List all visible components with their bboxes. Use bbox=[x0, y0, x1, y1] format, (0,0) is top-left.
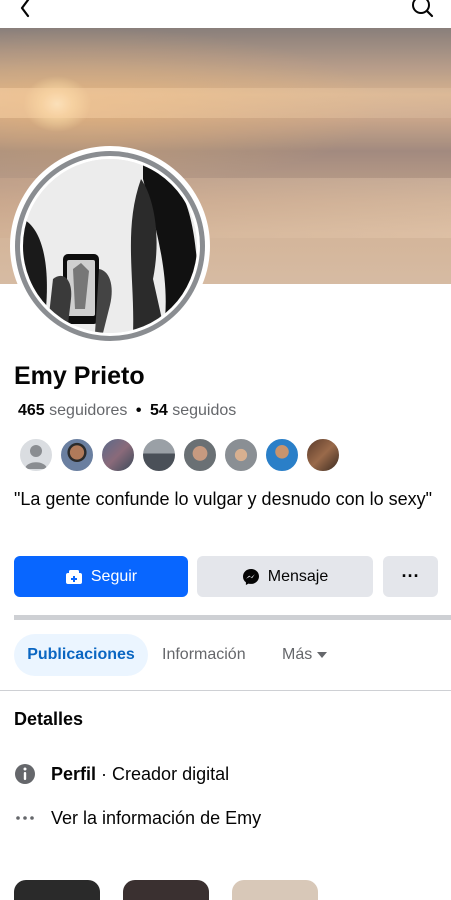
follower-stats[interactable]: 465 seguidores • 54 seguidos bbox=[18, 402, 236, 420]
messenger-icon bbox=[242, 568, 259, 585]
profile-name: Emy Prieto bbox=[14, 362, 145, 390]
photo-thumbnail[interactable] bbox=[123, 880, 209, 900]
follower-avatar[interactable] bbox=[18, 437, 54, 473]
follower-avatar[interactable] bbox=[182, 437, 218, 473]
profile-label: Perfil bbox=[51, 763, 97, 784]
follow-button[interactable]: Seguir bbox=[14, 556, 188, 597]
chevron-left-icon[interactable] bbox=[14, 0, 38, 20]
section-divider bbox=[14, 615, 451, 620]
tab-mas[interactable]: Más bbox=[282, 634, 328, 676]
see-info-row[interactable]: Ver la información de Emy bbox=[14, 806, 261, 830]
caret-down-icon bbox=[317, 652, 328, 658]
see-info-label: Ver la información de Emy bbox=[51, 807, 262, 828]
search-icon[interactable] bbox=[411, 0, 435, 20]
follow-label: Seguir bbox=[90, 567, 138, 585]
photo-thumbnail[interactable] bbox=[232, 880, 318, 900]
more-dots-icon: ··· bbox=[401, 566, 420, 586]
following-count: 54 bbox=[149, 402, 168, 419]
followers-label: seguidores bbox=[49, 402, 128, 419]
tab-publicaciones[interactable]: Publicaciones bbox=[14, 634, 148, 676]
followers-count: 465 bbox=[18, 402, 45, 419]
follower-avatar[interactable] bbox=[59, 437, 95, 473]
follower-avatar[interactable] bbox=[141, 437, 177, 473]
profile-category: Creador digital bbox=[112, 763, 230, 784]
more-options-button[interactable]: ··· bbox=[383, 556, 438, 597]
info-icon bbox=[15, 764, 35, 784]
add-user-icon bbox=[65, 569, 82, 584]
tab-informacion[interactable]: Información bbox=[162, 634, 246, 676]
profile-bio: "La gente confunde lo vulgar y desnudo c… bbox=[14, 489, 433, 509]
default-user-icon bbox=[25, 445, 47, 469]
top-bar bbox=[0, 0, 451, 28]
follower-avatar[interactable] bbox=[100, 437, 136, 473]
details-title: Detalles bbox=[14, 709, 84, 729]
profile-avatar[interactable] bbox=[23, 159, 197, 333]
photo-thumbnail[interactable] bbox=[14, 880, 100, 900]
profile-category-row: Perfil · Creador digital bbox=[14, 762, 229, 786]
tab-mas-label: Más bbox=[282, 646, 313, 663]
message-button[interactable]: Mensaje bbox=[197, 556, 373, 597]
follower-avatar[interactable] bbox=[264, 437, 300, 473]
message-label: Mensaje bbox=[267, 567, 329, 585]
profile-separator: · bbox=[96, 763, 113, 784]
follower-avatar[interactable] bbox=[223, 437, 259, 473]
more-dots-icon bbox=[16, 816, 34, 820]
avatar-photo-icon bbox=[23, 159, 197, 333]
tabs-divider bbox=[0, 690, 451, 691]
follower-avatar[interactable] bbox=[305, 437, 341, 473]
cover-light-band bbox=[0, 88, 451, 118]
following-label: seguidos bbox=[172, 402, 237, 419]
stats-separator: • bbox=[135, 402, 142, 419]
